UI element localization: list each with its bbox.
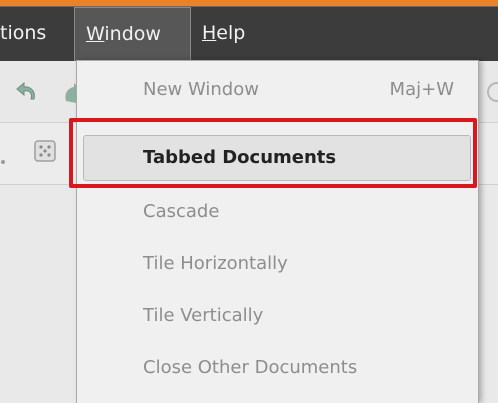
menu-options[interactable]: tions [0,7,70,62]
toolbar-edge-icon[interactable] [483,79,498,109]
dice-icon[interactable] [33,139,57,167]
window-menu-dropdown: New Window Maj+W Tabbed Documents Cascad… [76,60,479,403]
menu-item-tile-horizontally-label: Tile Horizontally [143,253,288,274]
menu-item-cascade-label: Cascade [143,201,220,222]
menu-item-new-window-shortcut: Maj+W [389,79,454,100]
menu-item-new-window-label: New Window [143,79,259,100]
menu-item-tile-vertically-label: Tile Vertically [143,305,264,326]
bullet-icon [0,150,6,169]
menu-help-label: Help [202,22,246,44]
menu-options-label: tions [0,22,47,44]
undo-icon[interactable] [14,81,40,109]
menu-item-close-other-documents-label: Close Other Documents [143,357,358,378]
menu-item-tile-horizontally[interactable]: Tile Horizontally [77,238,478,290]
redo-icon[interactable] [64,83,76,109]
menu-window-label: Window [86,23,161,45]
menu-item-new-window[interactable]: New Window Maj+W [77,64,478,116]
menu-item-cascade[interactable]: Cascade [77,186,478,238]
menu-window[interactable]: Window [74,7,191,63]
highlight-annotation-box [69,118,477,188]
menu-item-tile-vertically[interactable]: Tile Vertically [77,290,478,342]
menubar: tions Window Help [0,6,498,63]
menu-help[interactable]: Help [202,7,262,62]
menu-item-close-other-documents[interactable]: Close Other Documents [77,342,478,394]
